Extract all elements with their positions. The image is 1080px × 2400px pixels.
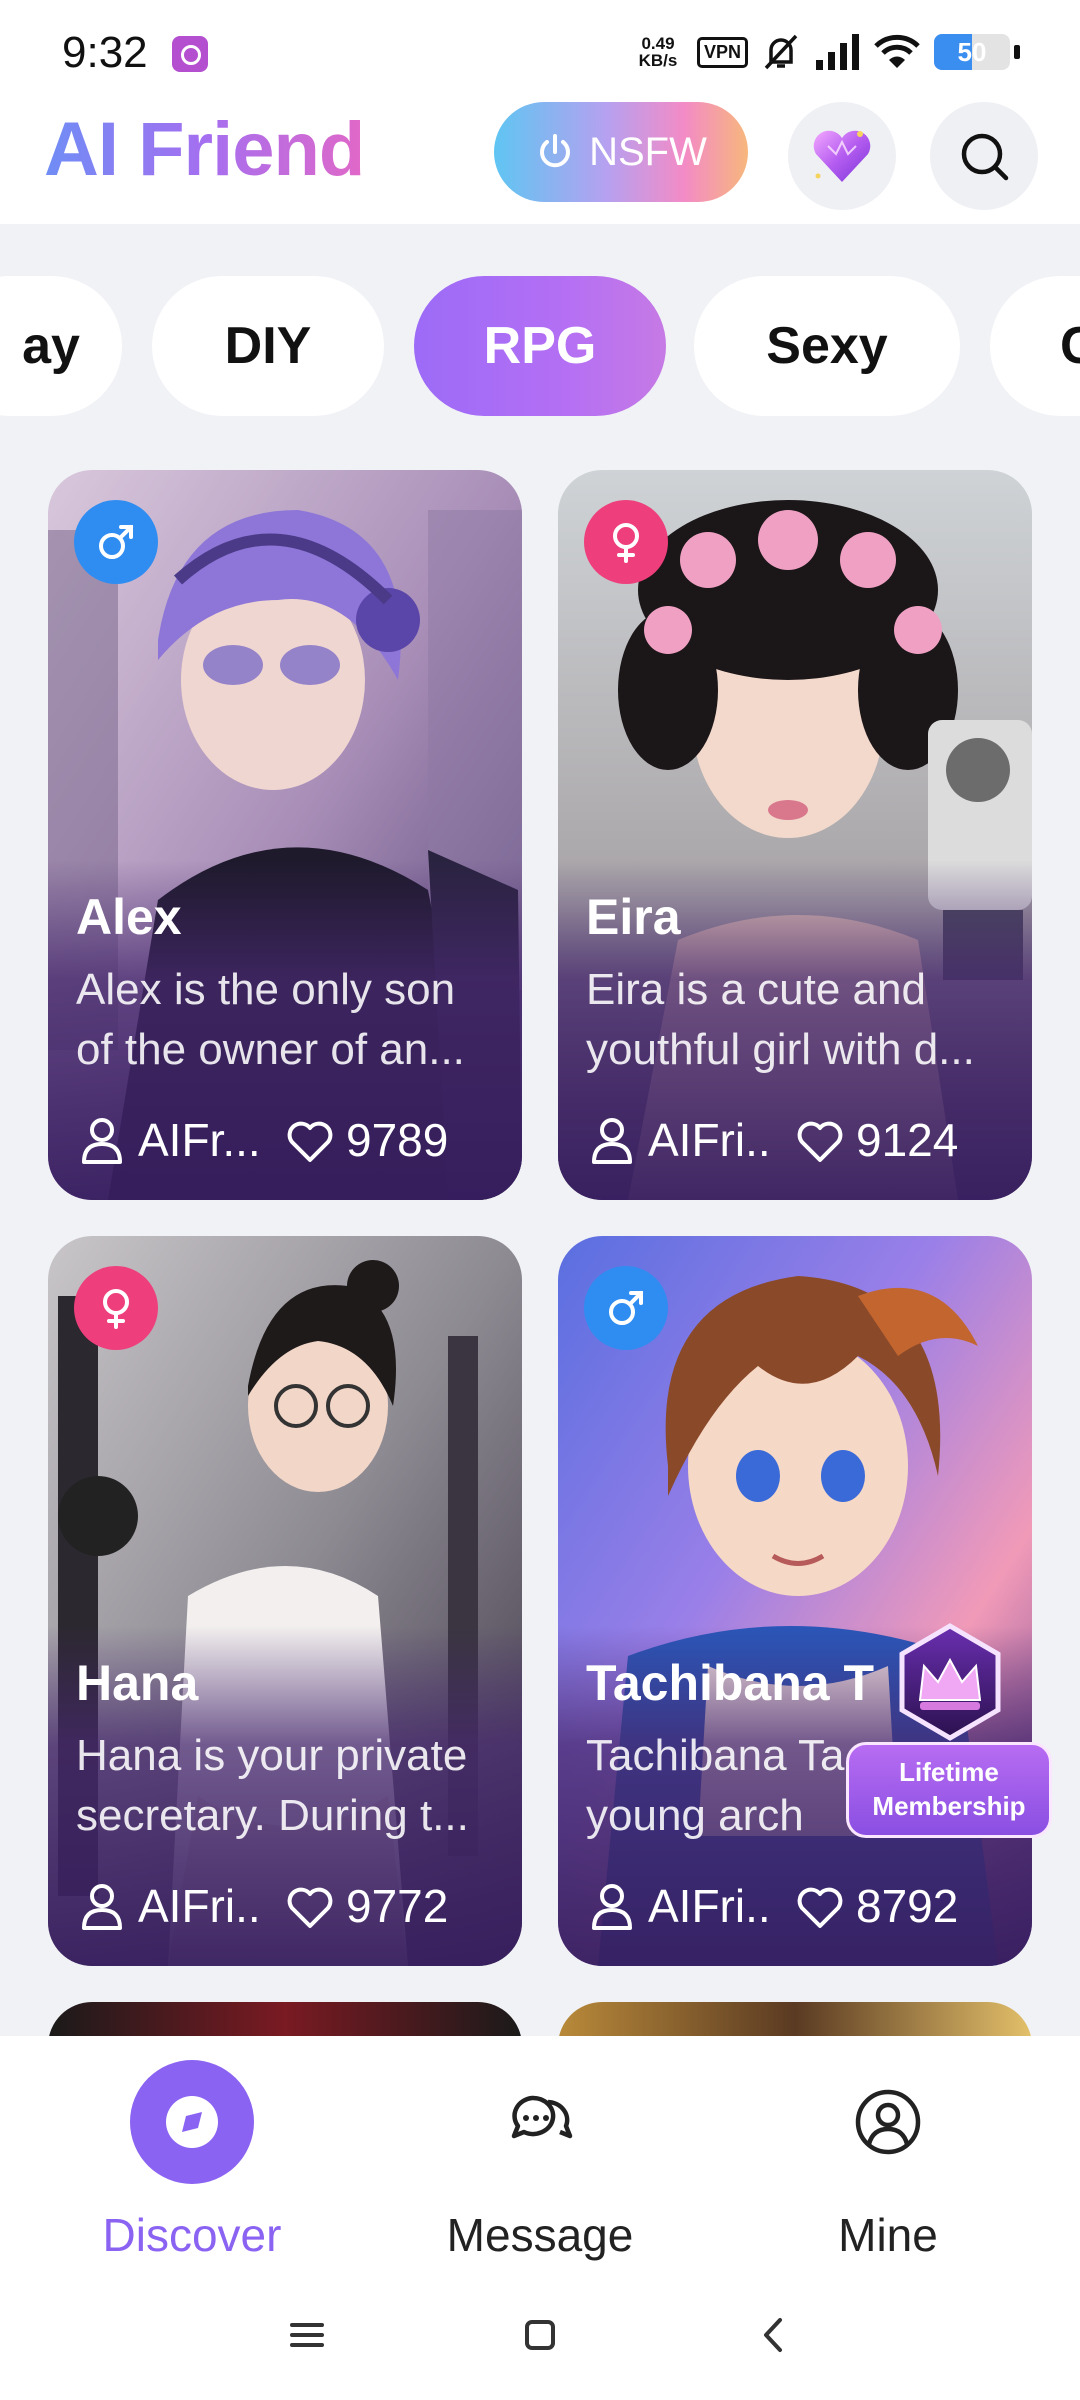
user-icon bbox=[82, 1118, 122, 1164]
home-icon[interactable] bbox=[515, 2310, 565, 2360]
chat-bubbles-icon bbox=[511, 2095, 573, 2139]
category-chip-more[interactable]: C bbox=[990, 276, 1080, 416]
female-badge bbox=[584, 500, 668, 584]
nav-mine[interactable]: Mine bbox=[738, 2060, 1038, 2290]
battery-level-text: 50 bbox=[957, 37, 987, 67]
chip-label: RPG bbox=[483, 317, 597, 375]
nav-discover-label: Discover bbox=[102, 2209, 282, 2261]
chip-label: ay bbox=[22, 317, 80, 375]
character-description: Hana is your private secretary. During t… bbox=[76, 1731, 469, 1840]
author-name: AIFr... bbox=[138, 1114, 258, 1166]
user-icon bbox=[592, 1118, 632, 1164]
mute-bell-icon bbox=[764, 34, 798, 70]
battery-cap bbox=[1014, 45, 1020, 59]
battery-indicator: 50 bbox=[934, 34, 1010, 70]
membership-line-2: Membership bbox=[872, 1791, 1026, 1821]
power-icon bbox=[540, 134, 571, 168]
nav-message-icon-wrap bbox=[478, 2060, 602, 2184]
heart-icon[interactable] bbox=[794, 1880, 846, 1932]
nav-message-label: Message bbox=[446, 2209, 634, 2261]
app-title: AI Friend bbox=[44, 107, 365, 192]
status-bar: 9:32 0.49 KB/s VPN 50 bbox=[0, 0, 1080, 96]
like-count: 9772 bbox=[346, 1880, 449, 1932]
character-name: Eira bbox=[586, 889, 681, 945]
male-icon bbox=[99, 525, 133, 559]
net-speed: 0.49 KB/s bbox=[638, 34, 678, 70]
character-name: Alex bbox=[76, 889, 182, 945]
card-meta: AIFri... 9772 bbox=[76, 1876, 498, 1936]
membership-line-1: Lifetime bbox=[899, 1757, 999, 1787]
male-badge bbox=[74, 500, 158, 584]
like-count: 9789 bbox=[346, 1114, 449, 1166]
status-right-group: 0.49 KB/s VPN 50 bbox=[633, 28, 1020, 76]
author-name: AIFri... bbox=[648, 1114, 768, 1166]
heart-icon[interactable] bbox=[794, 1114, 846, 1166]
female-badge bbox=[74, 1266, 158, 1350]
system-navigation-bar bbox=[0, 2290, 1080, 2380]
like-count: 8792 bbox=[856, 1880, 959, 1932]
crown-icon bbox=[899, 1623, 1001, 1741]
card-meta: AIFri... 9124 bbox=[586, 1110, 1008, 1170]
signal-icon bbox=[816, 34, 859, 70]
search-button[interactable] bbox=[930, 102, 1038, 210]
user-icon bbox=[592, 1884, 632, 1930]
chip-label: DIY bbox=[224, 317, 312, 375]
status-time: 9:32 bbox=[62, 28, 148, 77]
app-header: AI Friend NSFW bbox=[0, 96, 1080, 224]
user-icon bbox=[82, 1884, 122, 1930]
character-name: Tachibana T bbox=[586, 1655, 875, 1711]
chip-label: Sexy bbox=[766, 317, 888, 375]
category-chip-diy[interactable]: DIY bbox=[152, 276, 384, 416]
character-card-eira[interactable]: Eira Eira is a cute and youthful girl wi… bbox=[558, 470, 1032, 1200]
card-meta: AIFr... 9789 bbox=[76, 1110, 498, 1170]
menu-icon[interactable] bbox=[282, 2310, 332, 2360]
heart-gem-icon bbox=[813, 130, 871, 182]
character-description: Alex is the only son of the owner of an.… bbox=[76, 965, 465, 1074]
male-icon bbox=[609, 1291, 643, 1325]
author-name: AIFri... bbox=[138, 1880, 258, 1932]
category-chip-roleplay[interactable]: ay bbox=[0, 276, 122, 416]
author-name: AIFri... bbox=[648, 1880, 768, 1932]
back-icon[interactable] bbox=[748, 2310, 798, 2360]
female-icon bbox=[613, 523, 639, 563]
app-notification-icon bbox=[172, 36, 208, 72]
lifetime-membership-badge[interactable]: Lifetime Membership bbox=[846, 1622, 1052, 1838]
chip-label: C bbox=[1060, 317, 1080, 375]
category-chip-sexy[interactable]: Sexy bbox=[694, 276, 960, 416]
heart-icon[interactable] bbox=[284, 1114, 336, 1166]
vpn-badge: VPN bbox=[696, 36, 748, 68]
character-name: Hana bbox=[76, 1655, 199, 1711]
wifi-icon bbox=[874, 34, 920, 68]
character-card-hana[interactable]: Hana Hana is your private secretary. Dur… bbox=[48, 1236, 522, 1966]
heart-icon[interactable] bbox=[284, 1880, 336, 1932]
card-meta: AIFri... 8792 bbox=[586, 1876, 1008, 1936]
male-badge bbox=[584, 1266, 668, 1350]
nav-mine-icon-wrap bbox=[826, 2060, 950, 2184]
character-description: Eira is a cute and youthful girl with d.… bbox=[586, 965, 975, 1074]
female-icon bbox=[103, 1289, 129, 1329]
nav-discover-icon-wrap bbox=[130, 2060, 254, 2184]
compass-icon bbox=[166, 2096, 218, 2148]
search-icon bbox=[961, 133, 1009, 181]
nav-mine-label: Mine bbox=[838, 2209, 938, 2261]
character-card-tachibana[interactable]: Tachibana T Tachibana Ta a young arch AI… bbox=[558, 1236, 1032, 1966]
nav-discover[interactable]: Discover bbox=[42, 2060, 342, 2290]
like-count: 9124 bbox=[856, 1114, 959, 1166]
user-circle-icon bbox=[855, 2089, 921, 2155]
character-card-alex[interactable]: Alex Alex is the only son of the owner o… bbox=[48, 470, 522, 1200]
favorites-button[interactable] bbox=[788, 102, 896, 210]
category-chip-rpg[interactable]: RPG bbox=[414, 276, 666, 416]
nsfw-toggle-button[interactable]: NSFW bbox=[494, 102, 748, 202]
membership-label: Lifetime Membership bbox=[846, 1742, 1052, 1838]
nav-message[interactable]: Message bbox=[390, 2060, 690, 2290]
nsfw-label: NSFW bbox=[589, 129, 707, 174]
category-chips: ay DIY RPG Sexy C bbox=[0, 276, 1080, 416]
